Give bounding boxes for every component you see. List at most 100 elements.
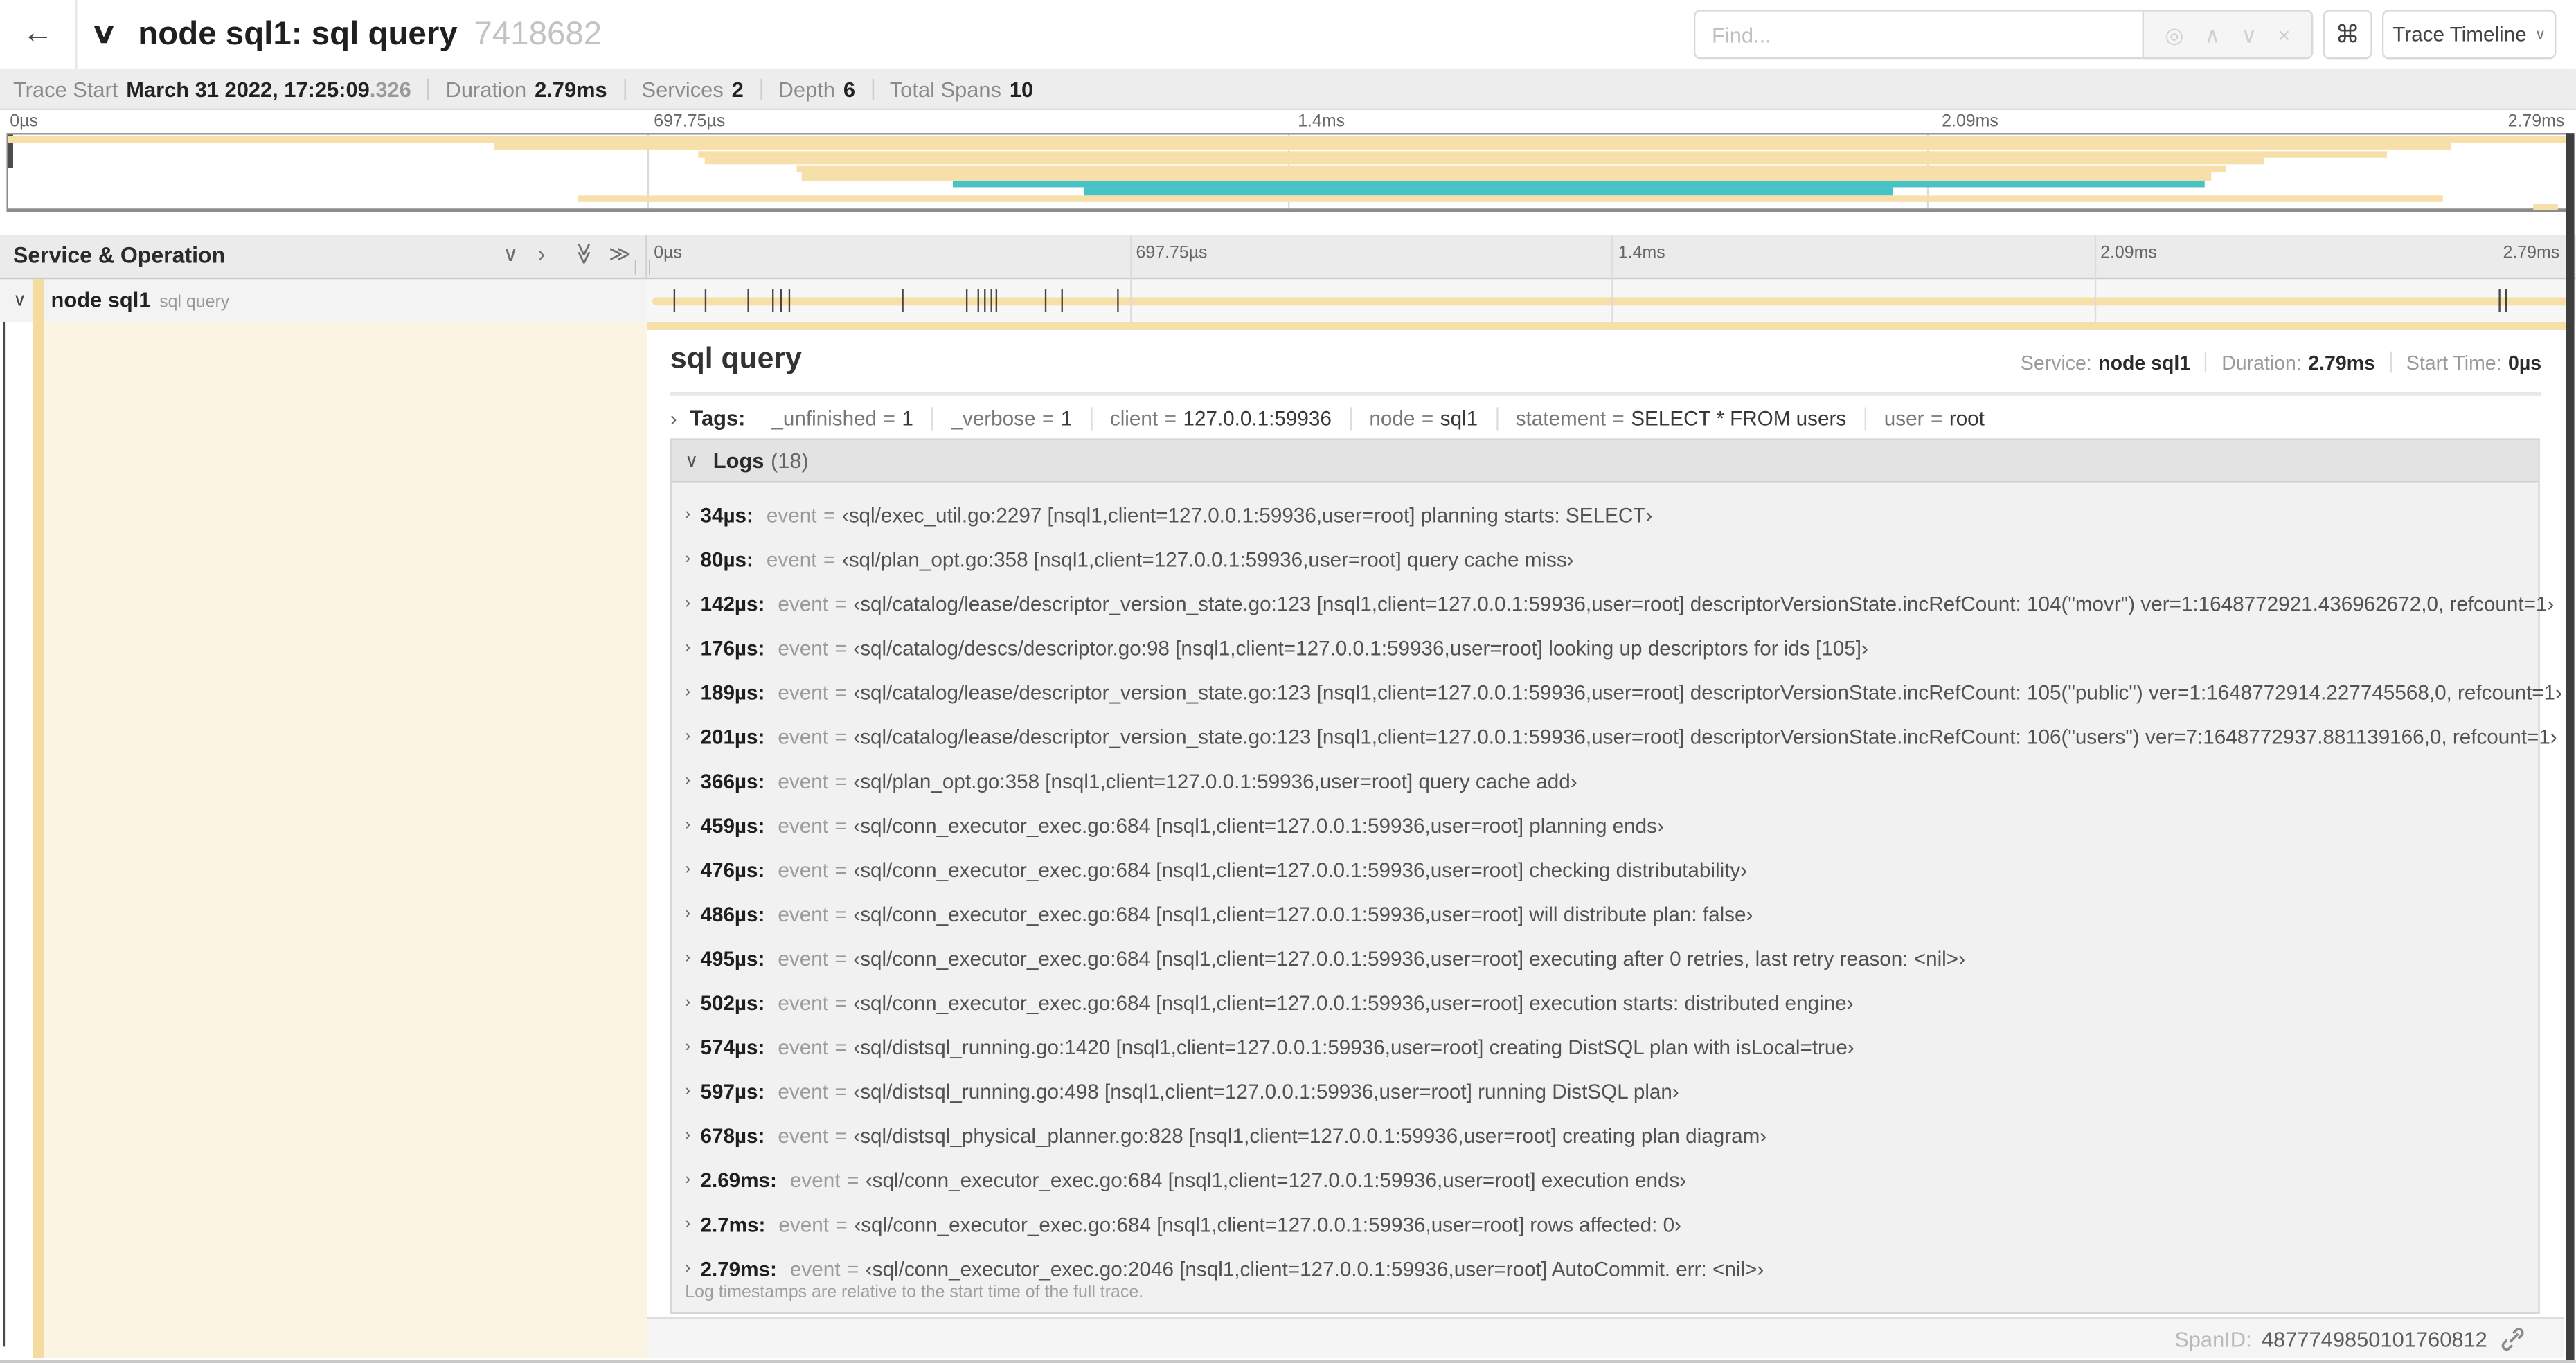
minimap-span-bar bbox=[8, 135, 2566, 143]
view-selector-label: Trace Timeline bbox=[2392, 23, 2527, 46]
log-timestamp: 2.7ms: bbox=[700, 1213, 766, 1236]
log-timestamp: 2.79ms: bbox=[700, 1257, 777, 1281]
collapse-trace-header-button[interactable]: ∨ bbox=[90, 0, 118, 69]
log-marker-tick bbox=[780, 289, 782, 312]
column-resize-grip[interactable]: ❘❘ bbox=[629, 258, 658, 276]
log-equals: = bbox=[834, 858, 847, 881]
tag-equals: = bbox=[1041, 406, 1055, 430]
trace-id: 7418682 bbox=[474, 15, 602, 52]
log-equals: = bbox=[834, 636, 847, 660]
tag-item: _verbose = 1 bbox=[951, 406, 1072, 429]
span-id-footer: SpanID: 4877749850101760812 bbox=[647, 1317, 2565, 1358]
logs-label: Logs bbox=[713, 448, 764, 473]
find-group: ◎ ∧ ∨ × bbox=[1693, 10, 2314, 60]
tag-equals: = bbox=[1612, 406, 1625, 430]
timeline-gridline bbox=[2093, 235, 2095, 322]
log-timestamp: 189µs: bbox=[700, 680, 765, 704]
next-result-icon[interactable]: ∨ bbox=[2242, 24, 2257, 45]
timeline-tick-label: 2.79ms bbox=[2503, 243, 2560, 263]
clear-icon[interactable]: × bbox=[2278, 24, 2290, 45]
trace-page: ← ∨ node sql1: sql query 7418682 ◎∧∨× ⌘ … bbox=[0, 0, 2576, 1363]
log-entry-row[interactable]: › 366µs: event = ‹sql/plan_opt.go:358 [nsql1… bbox=[672, 759, 2538, 803]
summary-separator bbox=[760, 78, 762, 100]
log-equals: = bbox=[835, 1213, 848, 1236]
log-equals: = bbox=[834, 680, 847, 704]
vertical-scrollbar[interactable] bbox=[2565, 133, 2575, 1360]
span-expander-icon[interactable]: ∨ bbox=[13, 289, 26, 310]
timeline-tick-label: 0µs bbox=[654, 243, 682, 263]
timeline-tick-label: 2.09ms bbox=[2100, 243, 2157, 263]
tag-key: _verbose bbox=[951, 406, 1036, 430]
span-indent-guide bbox=[33, 279, 44, 1358]
collapse-all-icon[interactable]: ≫ bbox=[572, 242, 597, 264]
collapse-one-icon[interactable]: ∨ bbox=[503, 243, 519, 264]
log-entry-row[interactable]: › 189µs: event = ‹sql/catalog/lease/descript… bbox=[672, 670, 2562, 714]
tag-item: _unfinished = 1 bbox=[771, 406, 913, 429]
minimap-span-bar bbox=[704, 158, 2264, 165]
log-entry-row[interactable]: › 2.69ms: event = ‹sql/conn_executor_exec.go… bbox=[672, 1158, 2538, 1202]
log-timestamp: 574µs: bbox=[700, 1035, 765, 1059]
log-value: ‹sql/plan_opt.go:358 [nsql1,client=127.0… bbox=[853, 769, 1577, 793]
summary-separator bbox=[623, 78, 625, 100]
log-entry-row[interactable]: › 34µs: event = ‹sql/exec_util.go:2297 [nsql… bbox=[672, 493, 2538, 537]
log-timestamp: 2.69ms: bbox=[700, 1168, 777, 1192]
log-marker-ticks bbox=[652, 289, 2570, 312]
span-id-label: SpanID: bbox=[2174, 1326, 2252, 1351]
tag-separator bbox=[1090, 406, 1092, 430]
log-entry-row[interactable]: › 176µs: event = ‹sql/catalog/descs/descript… bbox=[672, 626, 2538, 670]
log-key: event bbox=[778, 680, 828, 704]
log-marker-tick bbox=[902, 289, 904, 312]
tag-list: _unfinished = 1 _verbose = 1 client = 127.0.0.1:… bbox=[771, 406, 1985, 430]
log-entry-row[interactable]: › 80µs: event = ‹sql/plan_opt.go:358 [nsql1,… bbox=[672, 537, 2538, 581]
keyboard-shortcuts-button[interactable]: ⌘ bbox=[2323, 10, 2372, 60]
tag-key: node bbox=[1369, 406, 1415, 430]
ruler-tick-label: 2.09ms bbox=[1942, 111, 1998, 132]
log-entry-row[interactable]: › 201µs: event = ‹sql/catalog/lease/descript… bbox=[672, 714, 2557, 759]
log-entry-row[interactable]: › 486µs: event = ‹sql/conn_executor_exec.go:… bbox=[672, 892, 2538, 936]
log-value: ‹sql/distsql_running.go:1420 [nsql1,clie… bbox=[853, 1035, 1854, 1059]
log-entry-row[interactable]: › 574µs: event = ‹sql/distsql_running.go:142… bbox=[672, 1024, 2538, 1069]
log-entry-row[interactable]: › 597µs: event = ‹sql/distsql_running.go:498… bbox=[672, 1069, 2538, 1113]
log-value: ‹sql/catalog/lease/descriptor_version_st… bbox=[853, 680, 2562, 704]
service-operation-header: Service & Operation bbox=[12, 243, 226, 268]
summary-label: Depth bbox=[778, 76, 835, 101]
logs-header[interactable]: ∨ Logs (18) bbox=[672, 440, 2539, 483]
search-input[interactable] bbox=[1693, 10, 2143, 60]
log-entry-row[interactable]: › 495µs: event = ‹sql/conn_executor_exec.go:… bbox=[672, 936, 2538, 980]
chevron-down-icon: ∨ bbox=[685, 451, 699, 471]
locate-icon[interactable]: ◎ bbox=[2165, 24, 2183, 45]
log-entry-row[interactable]: › 459µs: event = ‹sql/conn_executor_exec.go:… bbox=[672, 803, 2538, 847]
log-entry-row[interactable]: › 502µs: event = ‹sql/conn_executor_exec.go:… bbox=[672, 980, 2538, 1024]
expand-all-icon[interactable]: ≫ bbox=[609, 243, 631, 264]
log-timestamp: 678µs: bbox=[700, 1123, 765, 1148]
back-arrow-icon: ← bbox=[22, 16, 54, 51]
detail-divider bbox=[670, 391, 2542, 395]
expand-one-icon[interactable]: › bbox=[538, 243, 545, 264]
chevron-right-icon: › bbox=[685, 860, 691, 879]
log-key: event bbox=[778, 946, 828, 970]
chevron-right-icon: › bbox=[685, 1215, 691, 1234]
log-marker-tick bbox=[965, 289, 968, 312]
log-entry-row[interactable]: › 2.7ms: event = ‹sql/conn_executor_exec.go:… bbox=[672, 1202, 2538, 1247]
log-value: ‹sql/exec_util.go:2297 [nsql1,client=127… bbox=[841, 503, 1653, 527]
minimap-span-bar bbox=[951, 180, 2206, 188]
log-entry-row[interactable]: › 142µs: event = ‹sql/catalog/lease/descript… bbox=[672, 581, 2554, 626]
summary-value: 2.79ms bbox=[535, 76, 607, 101]
tags-label[interactable]: Tags: bbox=[690, 406, 745, 431]
back-button[interactable]: ← bbox=[0, 0, 78, 69]
trace-minimap[interactable] bbox=[6, 133, 2568, 213]
chevron-right-icon: › bbox=[685, 993, 691, 1012]
log-marker-tick bbox=[788, 289, 791, 312]
log-entry-row[interactable]: › 678µs: event = ‹sql/distsql_physical_plann… bbox=[672, 1113, 2538, 1157]
link-icon[interactable] bbox=[2501, 1326, 2525, 1351]
summary-value: 6 bbox=[843, 76, 855, 101]
log-value: ‹sql/catalog/lease/descriptor_version_st… bbox=[853, 725, 2557, 748]
prev-result-icon[interactable]: ∧ bbox=[2205, 24, 2221, 45]
log-key: event bbox=[778, 1123, 828, 1148]
tags-row[interactable]: › Tags: _unfinished = 1 _verbose = 1 client = 12… bbox=[670, 405, 1985, 431]
trace-view-selector[interactable]: Trace Timeline ∨ bbox=[2381, 10, 2557, 60]
log-entry-row[interactable]: › 476µs: event = ‹sql/conn_executor_exec.go:… bbox=[672, 847, 2538, 892]
chevron-right-icon[interactable]: › bbox=[670, 406, 677, 429]
span-row-name-cell[interactable]: ∨ node sql1 sql query bbox=[0, 279, 647, 322]
logs-footnote: Log timestamps are relative to the start… bbox=[685, 1282, 1144, 1303]
